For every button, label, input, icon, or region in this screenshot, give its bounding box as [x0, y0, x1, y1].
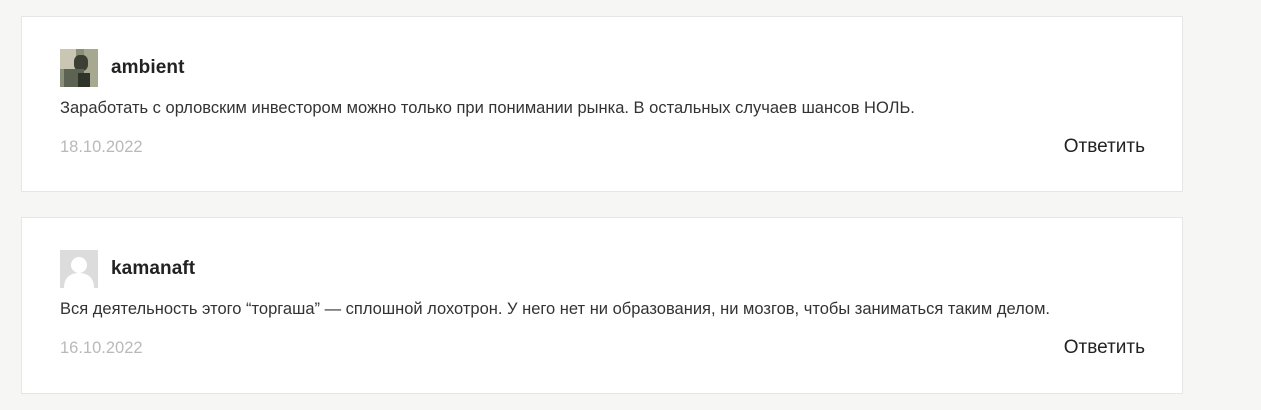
comment-date: 16.10.2022: [60, 339, 143, 357]
comment-text: Заработать с орловским инвестором можно …: [60, 99, 915, 117]
comment-text: Вся деятельность этого “торгаша” — сплош…: [60, 300, 1050, 318]
comment-header: ambient: [60, 49, 185, 87]
reply-button[interactable]: Ответить: [1064, 337, 1145, 359]
user-photo-avatar-icon[interactable]: [60, 49, 98, 87]
comment-author[interactable]: ambient: [111, 57, 185, 79]
default-user-avatar-icon[interactable]: [60, 250, 98, 288]
comment-card: kamanaft Вся деятельность этого “торгаша…: [21, 217, 1183, 394]
reply-button[interactable]: Ответить: [1064, 136, 1145, 158]
comment-date: 18.10.2022: [60, 138, 143, 156]
comment-card: ambient Заработать с орловским инвесторо…: [21, 16, 1183, 192]
comment-header: kamanaft: [60, 250, 195, 288]
comment-author[interactable]: kamanaft: [111, 258, 195, 280]
comments-list: ambient Заработать с орловским инвесторо…: [0, 0, 1261, 410]
